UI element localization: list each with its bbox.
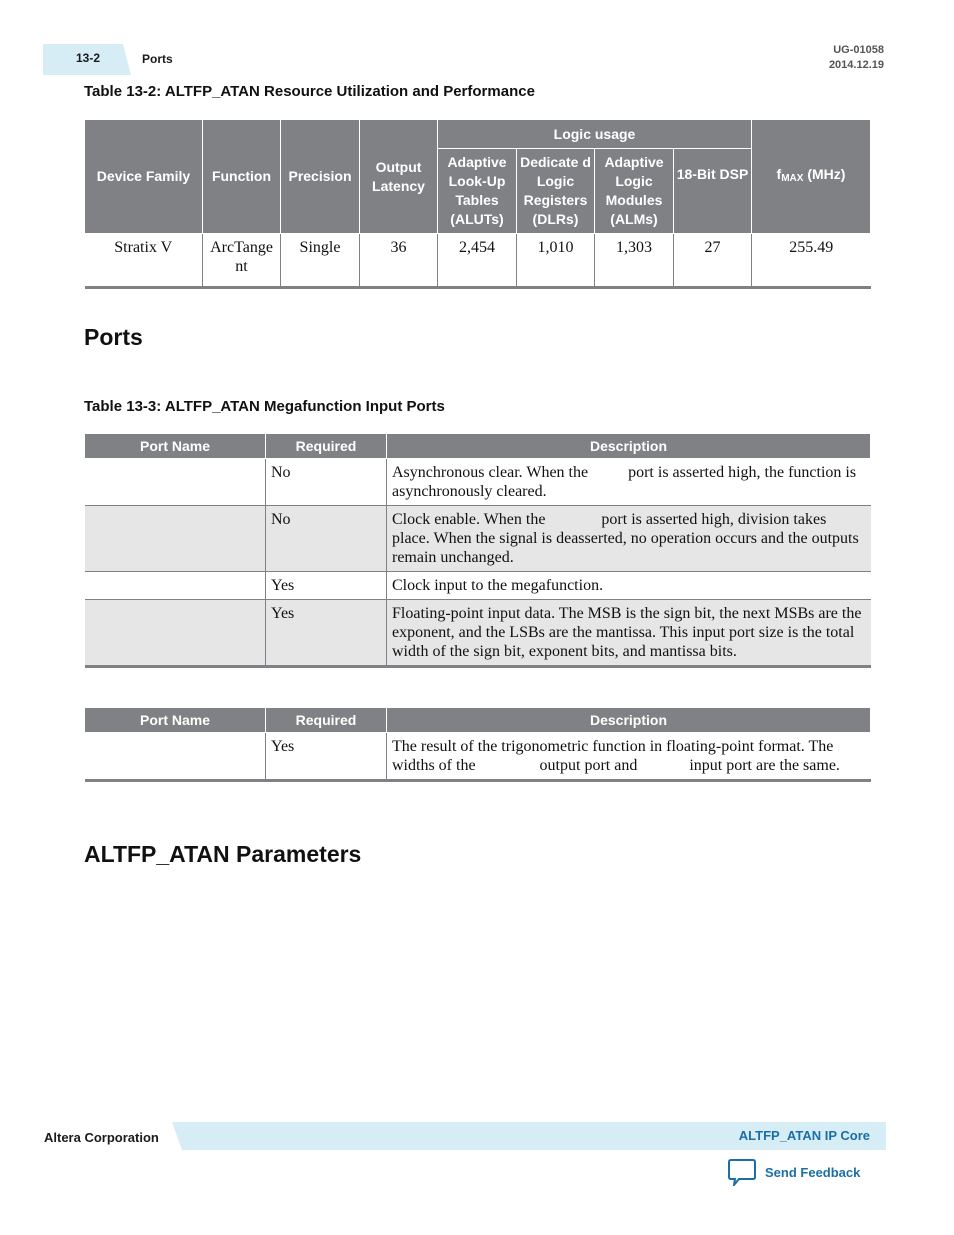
footer-doc-title[interactable]: ALTFP_ATAN IP Core (739, 1128, 870, 1143)
cell-port-name (84, 458, 266, 506)
cell-description: Floating-point input data. The MSB is th… (386, 599, 871, 668)
cell-required: No (265, 458, 387, 506)
send-feedback-label[interactable]: Send Feedback (765, 1165, 860, 1180)
doc-date: 2014.12.19 (828, 59, 884, 71)
fmax-unit: (MHz) (803, 166, 846, 182)
table-row: Stratix V ArcTangent Single 36 2,454 1,0… (84, 233, 871, 289)
cell-device-family: Stratix V (84, 233, 203, 289)
table-row: Yes The result of the trigonometric func… (84, 732, 871, 782)
col-dsp: 18-Bit DSP (673, 148, 752, 234)
col-port-name: Port Name (84, 433, 266, 459)
col-description: Description (386, 707, 871, 733)
cell-description: Clock enable. When the port is asserted … (386, 505, 871, 572)
cell-description: Asynchronous clear. When the port is ass… (386, 458, 871, 506)
table-row: Yes Clock input to the megafunction. (84, 571, 871, 600)
col-precision: Precision (280, 119, 360, 234)
col-alms: Adaptive Logic Modules (ALMs) (594, 148, 674, 234)
col-fmax: fMAX (MHz) (751, 119, 871, 234)
col-function: Function (202, 119, 281, 234)
header-doc-info: UG-01058 2014.12.19 (829, 43, 884, 73)
header-section-title: Ports (142, 52, 173, 66)
page-number: 13-2 (75, 51, 101, 65)
cell-description: Clock input to the megafunction. (386, 571, 871, 600)
cell-dlrs: 1,010 (516, 233, 595, 289)
col-output-latency: Output Latency (359, 119, 438, 234)
table-13-2-caption: Table 13-2: ALTFP_ATAN Resource Utilizat… (84, 83, 535, 100)
col-device-family: Device Family (84, 119, 203, 234)
col-group-logic-usage: Logic usage (437, 119, 752, 149)
cell-port-name (84, 599, 266, 668)
footer-company: Altera Corporation (44, 1130, 159, 1145)
resource-utilization-table: Device Family Function Precision Output … (84, 119, 871, 289)
table-row: No Clock enable. When the port is assert… (84, 505, 871, 572)
cell-aluts: 2,454 (437, 233, 517, 289)
cell-function: ArcTangent (202, 233, 281, 289)
col-aluts: Adaptive Look-Up Tables (ALUTs) (437, 148, 517, 234)
cell-alms: 1,303 (594, 233, 674, 289)
doc-id: UG-01058 (833, 44, 884, 56)
table-row: No Asynchronous clear. When the port is … (84, 458, 871, 506)
cell-required: Yes (265, 732, 387, 782)
cell-dsp: 27 (673, 233, 752, 289)
cell-description: The result of the trigonometric function… (386, 732, 871, 782)
cell-required: No (265, 505, 387, 572)
col-required: Required (265, 707, 387, 733)
input-ports-table: Port Name Required Description No Asynch… (84, 433, 871, 668)
col-port-name: Port Name (84, 707, 266, 733)
cell-port-name (84, 732, 266, 782)
cell-port-name (84, 571, 266, 600)
ports-heading: Ports (84, 324, 143, 350)
cell-output-latency: 36 (359, 233, 438, 289)
fmax-subscript: MAX (781, 173, 804, 184)
col-dlrs: Dedicate d Logic Registers (DLRs) (516, 148, 595, 234)
table-row: Yes Floating-point input data. The MSB i… (84, 599, 871, 668)
speech-bubble-icon (728, 1159, 756, 1186)
output-ports-table: Port Name Required Description Yes The r… (84, 707, 871, 782)
cell-port-name (84, 505, 266, 572)
col-required: Required (265, 433, 387, 459)
send-feedback-link[interactable]: Send Feedback (727, 1158, 860, 1186)
cell-required: Yes (265, 599, 387, 668)
table-13-3-caption: Table 13-3: ALTFP_ATAN Megafunction Inpu… (84, 398, 445, 415)
parameters-heading: ALTFP_ATAN Parameters (84, 841, 362, 867)
cell-precision: Single (280, 233, 360, 289)
cell-fmax: 255.49 (751, 233, 871, 289)
cell-required: Yes (265, 571, 387, 600)
col-description: Description (386, 433, 871, 459)
